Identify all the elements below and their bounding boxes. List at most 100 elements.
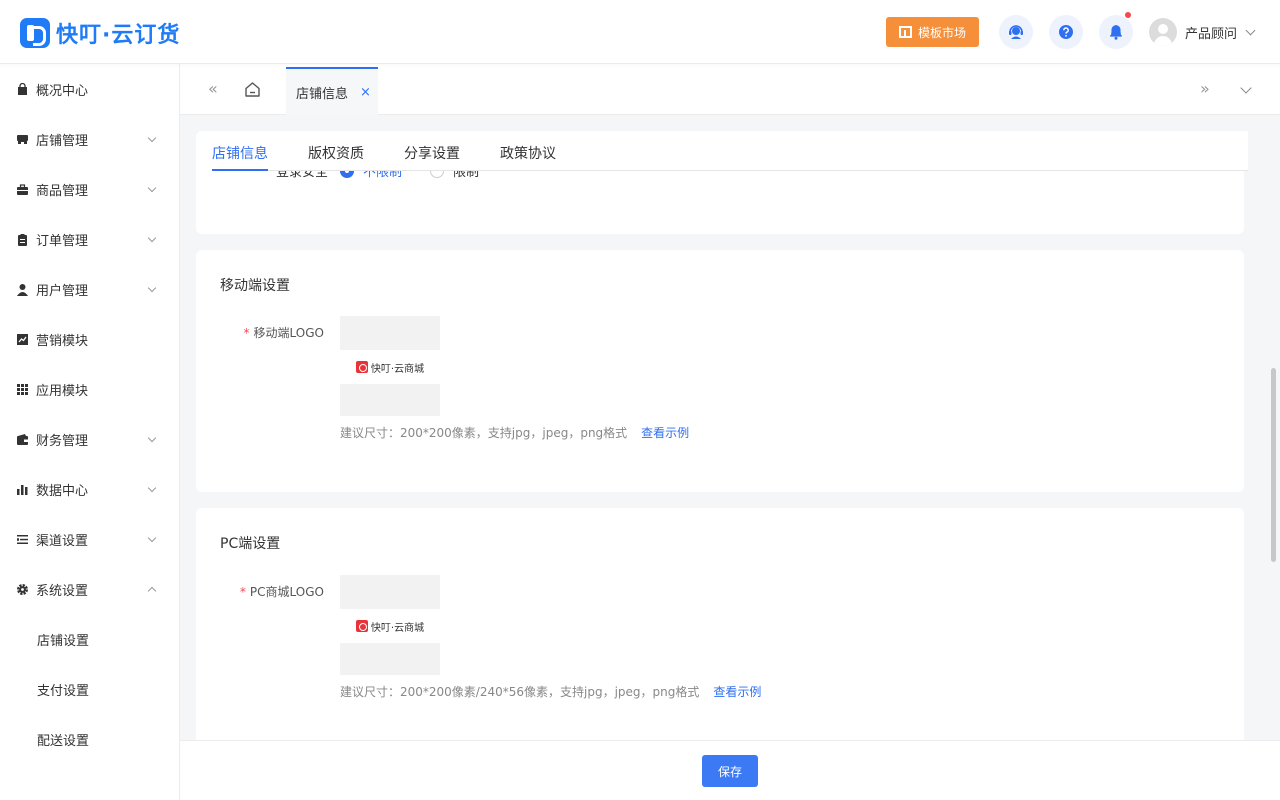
- chevron-down-icon: [147, 533, 157, 543]
- mobile-logo-upload[interactable]: 快叮·云商城: [340, 316, 440, 416]
- field-label: * PC商城LOGO: [212, 583, 324, 600]
- logo-preview-text: 快叮·云商城: [370, 363, 425, 375]
- store-icon: [16, 133, 29, 146]
- view-example-link[interactable]: 查看示例: [641, 426, 689, 440]
- trend-chart-icon: [16, 333, 29, 346]
- sidebar-item-finance[interactable]: 财务管理: [0, 414, 179, 464]
- subtab-policy[interactable]: 政策协议: [500, 143, 556, 163]
- subtab-copyright[interactable]: 版权资质: [308, 143, 364, 163]
- mobile-logo-label: 移动端LOGO: [253, 326, 324, 340]
- sidebar-item-marketing[interactable]: 营销模块: [0, 314, 179, 364]
- logo-text: 快叮·云订货: [56, 23, 181, 48]
- clipboard-icon: [16, 233, 29, 246]
- save-button[interactable]: 保存: [702, 755, 758, 787]
- grid-icon: [16, 383, 29, 396]
- section-tabs: 店铺信息 版权资质 分享设置 政策协议: [212, 131, 1248, 171]
- pc-logo-upload[interactable]: 快叮·云商城: [340, 575, 440, 675]
- sidebar-item-label: 财务管理: [36, 433, 89, 449]
- size-hint: 建议尺寸：200*200像素，支持jpg，jpeg，png格式 查看示例: [340, 424, 689, 441]
- template-market-button[interactable]: 模板市场: [886, 17, 979, 47]
- sidebar-item-store[interactable]: 店铺管理: [0, 114, 179, 164]
- mobile-settings-card: 移动端设置 * 移动端LOGO 快叮·云商城 建议尺寸：200*200像素，支持j…: [196, 250, 1244, 492]
- support-agent-icon: [1009, 25, 1023, 39]
- page-tabbar: « 店铺信息 × »: [180, 64, 1280, 115]
- section-title: 移动端设置: [220, 278, 290, 294]
- sidebar-subitem-delivery-settings[interactable]: 配送设置: [0, 714, 179, 764]
- subtab-share-settings[interactable]: 分享设置: [404, 143, 460, 163]
- template-icon: [898, 26, 912, 38]
- view-example-link[interactable]: 查看示例: [713, 685, 761, 699]
- chevron-up-icon: [147, 586, 157, 596]
- chevron-down-icon: [147, 233, 157, 243]
- close-icon[interactable]: ×: [360, 86, 371, 99]
- logo-icon: [20, 18, 50, 48]
- active-tab-indicator: [212, 169, 268, 171]
- list-settings-icon: [16, 533, 29, 546]
- top-header: 快叮·云订货 模板市场 产品顾问: [0, 0, 1280, 64]
- support-agent-button[interactable]: [999, 15, 1033, 49]
- size-hint-text: 建议尺寸：200*200像素/240*56像素，支持jpg，jpeg，png格式: [340, 685, 700, 699]
- required-mark: *: [239, 585, 246, 599]
- sidebar-subitem-store-settings[interactable]: 店铺设置: [0, 614, 179, 664]
- sidebar-item-label: 概况中心: [36, 83, 89, 99]
- sidebar-item-users[interactable]: 用户管理: [0, 264, 179, 314]
- sidebar-item-label: 订单管理: [36, 233, 89, 249]
- field-label: * 移动端LOGO: [212, 324, 324, 341]
- tabs-scroll-right-icon[interactable]: »: [1200, 81, 1210, 97]
- gear-icon: [16, 583, 29, 596]
- logo-preview-text: 快叮·云商城: [370, 622, 425, 634]
- size-hint: 建议尺寸：200*200像素/240*56像素，支持jpg，jpeg，png格式…: [340, 683, 761, 700]
- sidebar-item-orders[interactable]: 订单管理: [0, 214, 179, 264]
- pc-settings-card: PC端设置 * PC商城LOGO 快叮·云商城 建议尺寸：200*200像素/24…: [196, 508, 1244, 740]
- bell-icon: [1110, 25, 1122, 40]
- sidebar-item-channels[interactable]: 渠道设置: [0, 514, 179, 564]
- chevron-down-icon: [147, 283, 157, 293]
- size-hint-text: 建议尺寸：200*200像素，支持jpg，jpeg，png格式: [340, 426, 628, 440]
- sidebar: 概况中心 店铺管理 商品管理 订单管理 用户管理 营销模块 应用模块 财务管理 …: [0, 64, 180, 800]
- sidebar-item-system[interactable]: 系统设置: [0, 564, 179, 614]
- sidebar-item-label: 系统设置: [36, 583, 89, 599]
- content-scrollbar[interactable]: [1271, 368, 1276, 562]
- wallet-icon: [16, 433, 29, 446]
- sidebar-item-apps[interactable]: 应用模块: [0, 364, 179, 414]
- briefcase-icon: [16, 183, 29, 196]
- user-avatar-icon: [1149, 18, 1177, 46]
- sidebar-item-label: 商品管理: [36, 183, 89, 199]
- notification-button[interactable]: [1099, 12, 1133, 49]
- subtab-store-info[interactable]: 店铺信息: [212, 143, 268, 163]
- required-mark: *: [243, 326, 250, 340]
- store-info-card: 登录安全 不限制 限制 店铺信息 版权资质 分享设置 政策协议: [196, 131, 1248, 234]
- logo-preview: 快叮·云商城: [340, 609, 440, 643]
- pc-logo-label: PC商城LOGO: [249, 585, 324, 599]
- store-logo-icon: [355, 620, 368, 632]
- tab-label: 店铺信息: [296, 86, 349, 102]
- sidebar-item-label: 用户管理: [36, 283, 89, 299]
- chevron-down-icon: [147, 133, 157, 143]
- app-logo[interactable]: 快叮·云订货: [20, 17, 180, 49]
- tab-store-info[interactable]: 店铺信息 ×: [286, 67, 378, 115]
- sidebar-item-overview[interactable]: 概况中心: [0, 64, 179, 114]
- chevron-down-icon: [147, 483, 157, 493]
- user-menu[interactable]: 产品顾问: [1149, 18, 1256, 46]
- chevron-down-icon: [1245, 25, 1256, 35]
- notification-dot: [1125, 12, 1131, 18]
- bag-icon: [16, 82, 29, 96]
- sidebar-subitem-payment-settings[interactable]: 支付设置: [0, 664, 179, 714]
- user-icon: [16, 283, 29, 296]
- help-button[interactable]: [1049, 15, 1083, 49]
- sidebar-item-label: 店铺管理: [36, 133, 89, 149]
- home-icon[interactable]: [244, 81, 261, 98]
- footer-bar: 保存: [180, 740, 1280, 800]
- bar-chart-icon: [16, 483, 29, 496]
- sidebar-item-products[interactable]: 商品管理: [0, 164, 179, 214]
- tabs-menu-chevron-icon[interactable]: [1240, 82, 1252, 94]
- tabs-scroll-left-icon[interactable]: «: [208, 81, 218, 97]
- logo-preview: 快叮·云商城: [340, 350, 440, 384]
- section-title: PC端设置: [220, 536, 281, 552]
- main-content: 登录安全 不限制 限制 店铺信息 版权资质 分享设置 政策协议 移动端设置 * 移…: [180, 116, 1280, 740]
- sidebar-item-data[interactable]: 数据中心: [0, 464, 179, 514]
- store-logo-icon: [355, 361, 368, 373]
- chevron-down-icon: [147, 433, 157, 443]
- sidebar-item-label: 应用模块: [36, 383, 89, 399]
- sidebar-item-label: 渠道设置: [36, 533, 89, 549]
